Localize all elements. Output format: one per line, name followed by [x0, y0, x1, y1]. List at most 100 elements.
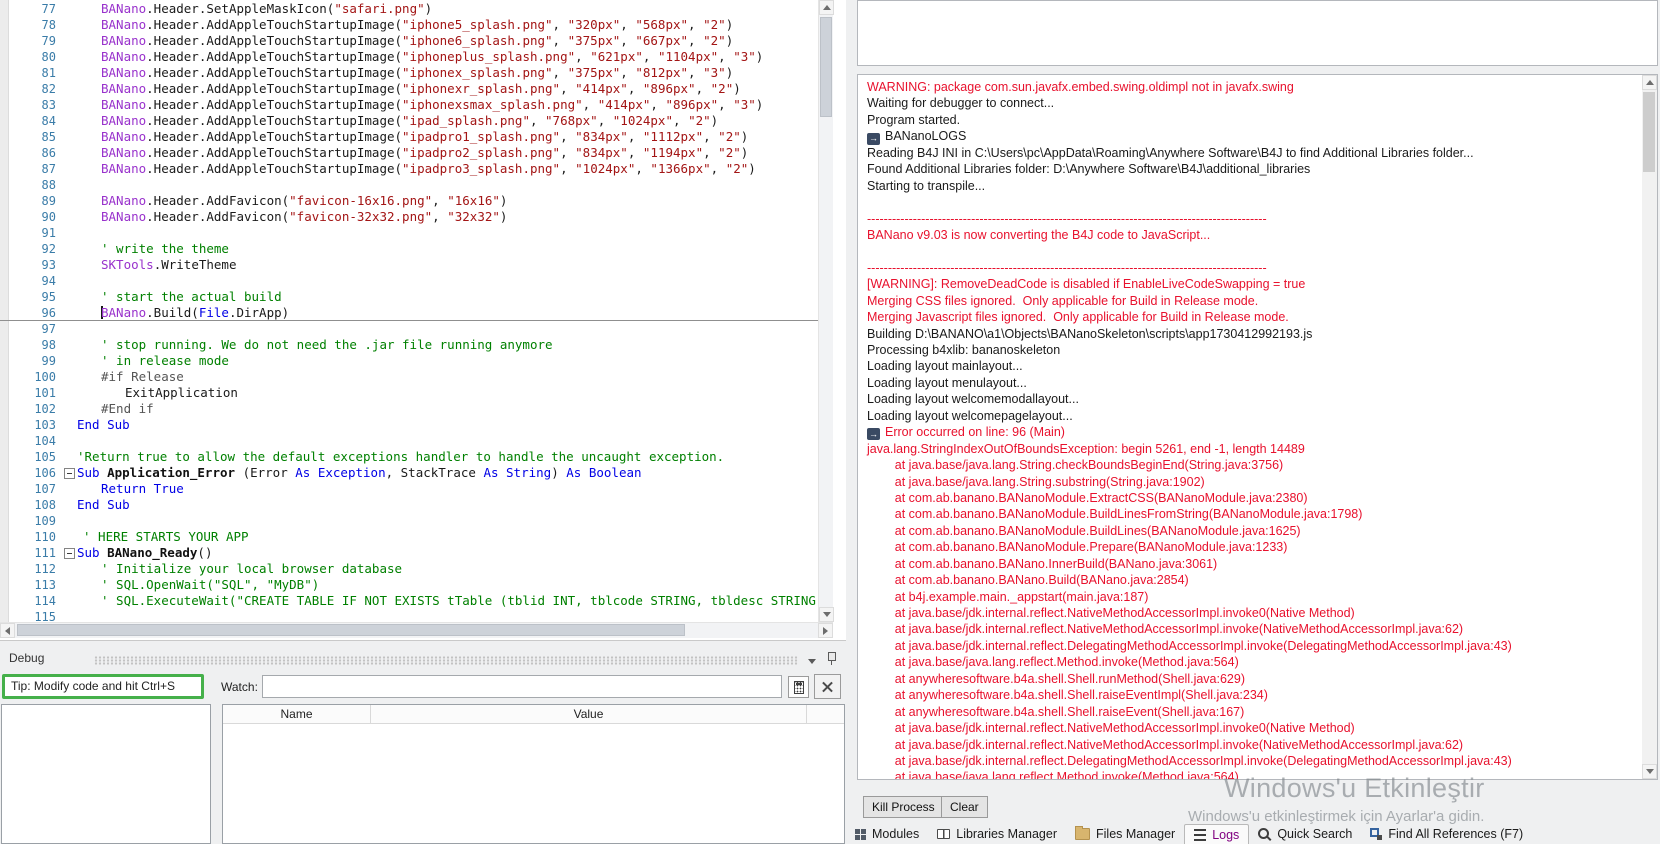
log-line: [WARNING]: RemoveDeadCode is disabled if… [867, 277, 1306, 292]
editor-vertical-scrollbar[interactable] [818, 0, 834, 622]
code-line[interactable]: 110 ' HERE STARTS YOUR APP [0, 529, 818, 545]
code-line[interactable]: 95 ' start the actual build [0, 289, 818, 305]
code-line[interactable]: 115 [0, 609, 818, 622]
scroll-down-button[interactable] [819, 607, 834, 622]
debug-variables-list[interactable] [1, 704, 211, 844]
code-text: BANano.Header.AddAppleTouchStartupImage(… [101, 145, 749, 160]
modules-icon [855, 828, 866, 840]
scroll-up-button[interactable] [819, 0, 834, 15]
fold-collapse-icon[interactable] [63, 545, 77, 561]
code-line[interactable]: 88 [0, 177, 818, 193]
log-line: at java.base/jdk.internal.reflect.Native… [867, 737, 1464, 752]
code-line[interactable]: 93 SKTools.WriteTheme [0, 257, 818, 273]
log-line: Merging Javascript files ignored. Only a… [867, 310, 1289, 325]
code-line[interactable]: 90 BANano.Header.AddFavicon("favicon-32x3… [0, 209, 818, 225]
code-line[interactable]: 83 BANano.Header.AddAppleTouchStartupImag… [0, 97, 818, 113]
code-line[interactable]: 80 BANano.Header.AddAppleTouchStartupImag… [0, 49, 818, 65]
panel-drag-grip[interactable] [94, 656, 798, 665]
code-line[interactable]: 108 End Sub [0, 497, 818, 513]
tab-modules[interactable]: Modules [846, 824, 928, 844]
code-text: ' Initialize your local browser database [101, 561, 403, 576]
line-number: 102 [34, 402, 56, 416]
code-line[interactable]: 92 ' write the theme [0, 241, 818, 257]
tab-quick-search[interactable]: Quick Search [1249, 824, 1361, 844]
fold-margin [63, 289, 77, 305]
logs-panel[interactable]: WARNING: package com.sun.javafx.embed.sw… [857, 74, 1658, 780]
code-line[interactable]: 77 BANano.Header.SetAppleMaskIcon("safari… [0, 1, 818, 17]
code-line[interactable]: 107 Return True [0, 481, 818, 497]
fold-margin [63, 497, 77, 513]
code-line[interactable]: 98 ' stop running. We do not need the .ja… [0, 337, 818, 353]
evaluate-expression-button[interactable] [788, 676, 809, 698]
line-number: 86 [41, 146, 56, 160]
log-vertical-scrollbar[interactable] [1642, 75, 1657, 779]
code-line[interactable]: 78 BANano.Header.AddAppleTouchStartupImag… [0, 17, 818, 33]
log-line: at java.base/java.lang.String.substring(… [867, 474, 1205, 489]
column-header-name[interactable]: Name [223, 705, 371, 723]
code-line[interactable]: 79 BANano.Header.AddAppleTouchStartupImag… [0, 33, 818, 49]
code-lines[interactable]: 77 BANano.Header.SetAppleMaskIcon("safari… [0, 1, 818, 622]
watch-table: Name Value [222, 704, 845, 844]
line-number: 115 [34, 610, 56, 622]
code-line[interactable]: 99 ' in release mode [0, 353, 818, 369]
code-line[interactable]: 100 #if Release [0, 369, 818, 385]
log-scroll-down-button[interactable] [1642, 764, 1657, 779]
code-line[interactable]: 111 Sub BANano_Ready() [0, 545, 818, 561]
code-line[interactable]: 89 BANano.Header.AddFavicon("favicon-16x1… [0, 193, 818, 209]
kill-process-button[interactable]: Kill Process [863, 796, 944, 818]
code-line[interactable]: 114 ' SQL.ExecuteWait("CREATE TABLE IF NO… [0, 593, 818, 609]
code-line[interactable]: 97 [0, 321, 818, 337]
fold-margin [63, 449, 77, 465]
code-line[interactable]: 91 [0, 225, 818, 241]
fold-margin [63, 209, 77, 225]
log-scroll-up-button[interactable] [1642, 75, 1657, 90]
code-line[interactable]: 101 ExitApplication [0, 385, 818, 401]
log-line: at com.ab.banano.BANanoModule.BuildLines… [867, 507, 1363, 522]
tab-libraries-manager[interactable]: Libraries Manager [928, 824, 1066, 844]
code-line[interactable]: 103 End Sub [0, 417, 818, 433]
editor-horizontal-scrollbar[interactable] [0, 622, 833, 638]
log-line: at java.base/java.lang.reflect.Method.in… [867, 655, 1239, 670]
fold-margin [63, 321, 77, 337]
tab-find-all-references[interactable]: Find All References (F7) [1361, 824, 1532, 844]
code-line[interactable]: 81 BANano.Header.AddAppleTouchStartupImag… [0, 65, 818, 81]
code-line[interactable]: 84 BANano.Header.AddAppleTouchStartupImag… [0, 113, 818, 129]
code-line[interactable]: 106 Sub Application_Error (Error As Excep… [0, 465, 818, 481]
code-line[interactable]: 104 [0, 433, 818, 449]
log-line: BANano v9.03 is now converting the B4J c… [867, 227, 1211, 242]
clear-logs-button[interactable]: Clear [941, 796, 988, 818]
code-line[interactable]: 96 BANano.Build(File.DirApp) [0, 305, 818, 321]
scroll-right-button[interactable] [818, 623, 833, 638]
code-line[interactable]: 94 [0, 273, 818, 289]
code-text: BANano.Header.AddAppleTouchStartupImage(… [101, 129, 749, 144]
watch-input[interactable] [262, 675, 782, 698]
fold-margin [63, 305, 77, 321]
horizontal-scroll-thumb[interactable] [17, 624, 685, 636]
clear-watch-button[interactable] [814, 674, 841, 699]
code-line[interactable]: 87 BANano.Header.AddAppleTouchStartupImag… [0, 161, 818, 177]
code-line[interactable]: 109 [0, 513, 818, 529]
tab-logs[interactable]: Logs [1184, 824, 1250, 844]
code-line[interactable]: 82 BANano.Header.AddAppleTouchStartupImag… [0, 81, 818, 97]
code-line[interactable]: 102 #End if [0, 401, 818, 417]
code-line[interactable]: 105 'Return true to allow the default exc… [0, 449, 818, 465]
fold-collapse-icon[interactable] [63, 465, 77, 481]
log-scroll-thumb[interactable] [1643, 92, 1655, 172]
code-editor[interactable]: 77 BANano.Header.SetAppleMaskIcon("safari… [0, 0, 846, 640]
arrow-left-icon [1, 626, 10, 635]
code-line[interactable]: 86 BANano.Header.AddAppleTouchStartupImag… [0, 145, 818, 161]
code-line[interactable]: 85 BANano.Header.AddAppleTouchStartupImag… [0, 129, 818, 145]
tab-label: Find All References (F7) [1388, 827, 1524, 841]
log-line: Waiting for debugger to connect... [867, 96, 1055, 111]
pin-icon[interactable] [825, 651, 839, 669]
log-line: Building D:\BANANO\a1\Objects\BANanoSkel… [867, 326, 1313, 341]
tab-files-manager[interactable]: Files Manager [1066, 824, 1184, 844]
code-text: BANano.Build(File.DirApp) [101, 305, 290, 320]
vertical-scroll-thumb[interactable] [820, 17, 832, 117]
panel-menu-button[interactable] [804, 653, 820, 669]
code-line[interactable]: 113 ' SQL.OpenWait("SQL", "MyDB") [0, 577, 818, 593]
column-header-value[interactable]: Value [371, 705, 807, 723]
scroll-left-button[interactable] [0, 623, 15, 638]
code-line[interactable]: 112 ' Initialize your local browser datab… [0, 561, 818, 577]
fold-margin [63, 49, 77, 65]
